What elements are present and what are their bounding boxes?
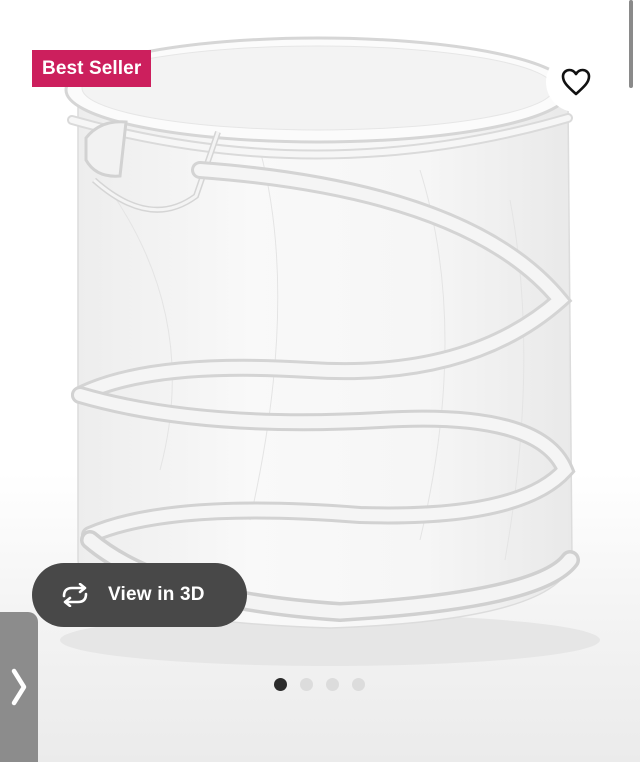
product-image-gallery[interactable]: Best Seller View in 3D [0, 0, 640, 762]
carousel-dot[interactable] [300, 677, 313, 691]
product-image [60, 36, 600, 666]
heart-outline-icon [561, 68, 591, 96]
carousel-dot[interactable] [352, 677, 365, 691]
chevron-right-icon [11, 668, 27, 706]
scrollbar[interactable] [629, 0, 635, 90]
carousel-dot[interactable] [326, 677, 339, 691]
carousel-dots [274, 677, 366, 691]
carousel-dot-active[interactable] [274, 677, 287, 691]
best-seller-badge: Best Seller [32, 50, 152, 87]
next-image-button[interactable] [0, 612, 38, 762]
rotate-arrows-icon [58, 578, 92, 612]
view-in-3d-button[interactable]: View in 3D [32, 563, 247, 627]
view-in-3d-label: View in 3D [108, 584, 205, 605]
scrollbar-thumb[interactable] [629, 0, 633, 88]
favorite-button[interactable] [546, 52, 606, 112]
